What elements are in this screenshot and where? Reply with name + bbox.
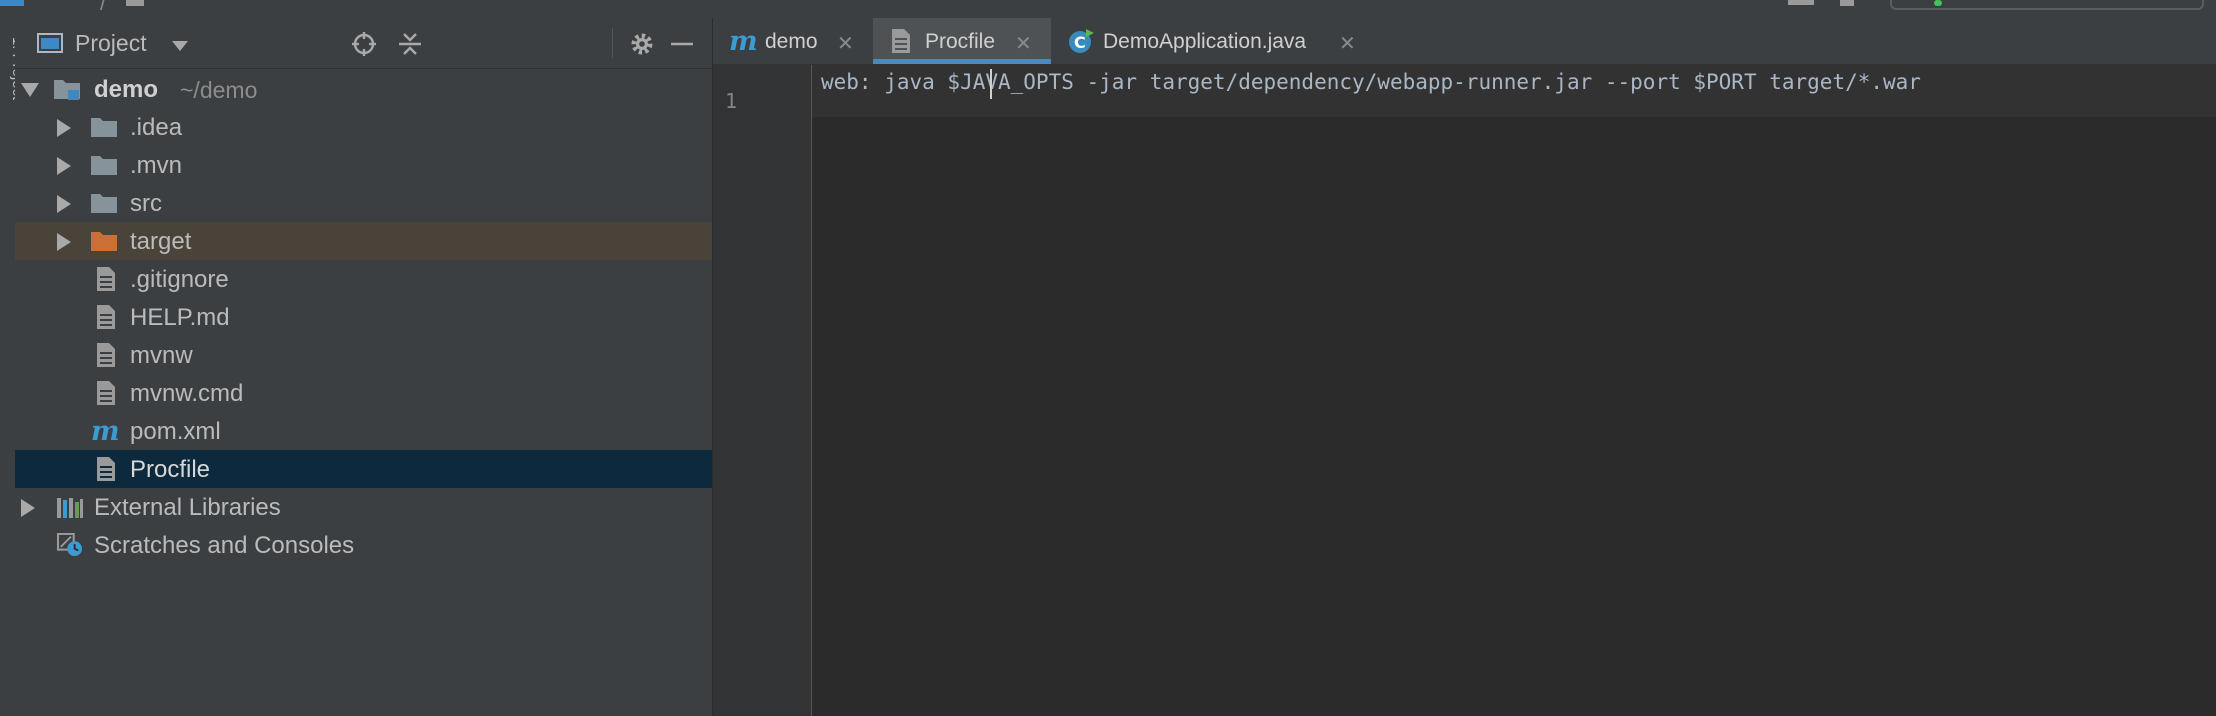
tree-item-label: External Libraries — [94, 494, 281, 521]
tree-item-label: src — [130, 190, 162, 217]
tree-root-demo[interactable]: demo ~/demo — [15, 70, 712, 108]
chevron-down-icon[interactable] — [171, 40, 189, 52]
tree-item-label: mvnw.cmd — [130, 380, 244, 407]
tree-item-mvn[interactable]: .mvn — [15, 146, 712, 184]
line-number: 1 — [725, 89, 738, 113]
close-icon[interactable]: ✕ — [1015, 31, 1032, 56]
header-divider — [612, 28, 613, 58]
tab-label: Procfile — [925, 30, 996, 53]
tree-item-src[interactable]: src — [15, 184, 712, 222]
root-project-path: ~/demo — [180, 77, 258, 103]
project-view-title[interactable]: Project — [75, 30, 147, 57]
expand-arrow-icon[interactable] — [57, 119, 71, 137]
gear-icon[interactable] — [627, 29, 657, 59]
folder-icon — [91, 194, 117, 213]
collapse-all-icon[interactable] — [395, 29, 425, 59]
tab-demo-application-java[interactable]: C DemoApplication.java ✕ — [1051, 18, 1371, 64]
tree-item-mvnw-cmd[interactable]: mvnw.cmd — [15, 374, 712, 412]
libraries-icon — [57, 498, 83, 518]
line-number-gutter: 1 — [713, 65, 812, 716]
svg-text:C: C — [1074, 33, 1086, 52]
tool-window-strip: 1: Project — [0, 18, 26, 716]
tree-item-label: .idea — [130, 114, 183, 141]
project-view-icon — [37, 33, 63, 53]
scratches-icon — [56, 533, 82, 557]
top-toolbar-strip: / — [0, 0, 2216, 18]
folder-icon — [91, 156, 117, 175]
tree-item-label: HELP.md — [130, 304, 230, 331]
tree-item-label: .mvn — [130, 152, 183, 179]
maven-icon: m — [729, 28, 757, 54]
excluded-folder-icon — [91, 232, 117, 251]
tree-item-scratches[interactable]: Scratches and Consoles — [15, 526, 712, 564]
text-file-icon — [97, 305, 115, 329]
locate-icon[interactable] — [349, 29, 379, 59]
editor-tabs: m demo ✕ Procfile ✕ C DemoApplication.ja… — [713, 18, 2216, 65]
tree-item-external-libraries[interactable]: External Libraries — [15, 488, 712, 526]
toolbar-icon[interactable] — [1788, 0, 1814, 5]
tab-label: demo — [765, 30, 818, 53]
tree-item-mvnw[interactable]: mvnw — [15, 336, 712, 374]
project-panel: Project demo ~/demo .idea .mvn src targe… — [15, 18, 713, 716]
collapse-arrow-icon[interactable] — [21, 83, 39, 97]
expand-arrow-icon[interactable] — [57, 157, 71, 175]
java-class-icon: C — [1069, 29, 1094, 53]
close-icon[interactable]: ✕ — [837, 31, 854, 56]
editor-area: m demo ✕ Procfile ✕ C DemoApplication.ja… — [713, 18, 2216, 716]
breadcrumb-project-icon[interactable] — [0, 0, 24, 6]
text-caret — [990, 69, 992, 99]
text-file-icon — [97, 267, 115, 291]
expand-arrow-icon[interactable] — [57, 195, 71, 213]
svg-text:m: m — [729, 28, 757, 54]
text-file-icon — [97, 343, 115, 367]
tree-item-label: Procfile — [130, 456, 211, 483]
tree-item-label: mvnw — [130, 342, 193, 369]
svg-text:m: m — [91, 418, 120, 444]
tree-item-label: target — [130, 228, 192, 255]
folder-icon — [91, 118, 117, 137]
tree-item-gitignore[interactable]: .gitignore — [15, 260, 712, 298]
expand-arrow-icon[interactable] — [57, 233, 71, 251]
tree-item-label: Scratches and Consoles — [94, 532, 355, 559]
breadcrumb-file-icon[interactable] — [126, 0, 144, 6]
text-file-icon — [97, 381, 115, 405]
maven-icon: m — [91, 418, 120, 444]
tree-item-target[interactable]: target — [15, 222, 712, 260]
text-file-icon — [892, 29, 910, 53]
minimize-icon[interactable] — [667, 29, 697, 59]
code-line[interactable]: web: java $JAVA_OPTS -jar target/depende… — [821, 70, 1921, 94]
breadcrumb-separator: / — [100, 0, 107, 15]
module-folder-icon — [54, 80, 80, 100]
tree-item-idea[interactable]: .idea — [15, 108, 712, 146]
run-configuration-selector[interactable] — [1890, 0, 2204, 10]
text-file-icon — [97, 457, 115, 481]
project-panel-header: Project — [15, 18, 712, 69]
tree-item-help-md[interactable]: HELP.md — [15, 298, 712, 336]
expand-arrow-icon[interactable] — [21, 499, 35, 517]
tree-item-procfile[interactable]: Procfile — [15, 450, 712, 488]
tree-item-label: pom.xml — [130, 418, 221, 445]
root-project-name: demo — [94, 76, 159, 103]
toolbar-icon[interactable] — [1840, 0, 1854, 6]
close-icon[interactable]: ✕ — [1339, 31, 1356, 56]
tab-demo[interactable]: m demo ✕ — [713, 18, 873, 64]
tree-item-label: .gitignore — [130, 266, 229, 293]
tab-procfile[interactable]: Procfile ✕ — [873, 18, 1051, 64]
tree-item-pom-xml[interactable]: m pom.xml — [15, 412, 712, 450]
tab-label: DemoApplication.java — [1103, 30, 1307, 53]
